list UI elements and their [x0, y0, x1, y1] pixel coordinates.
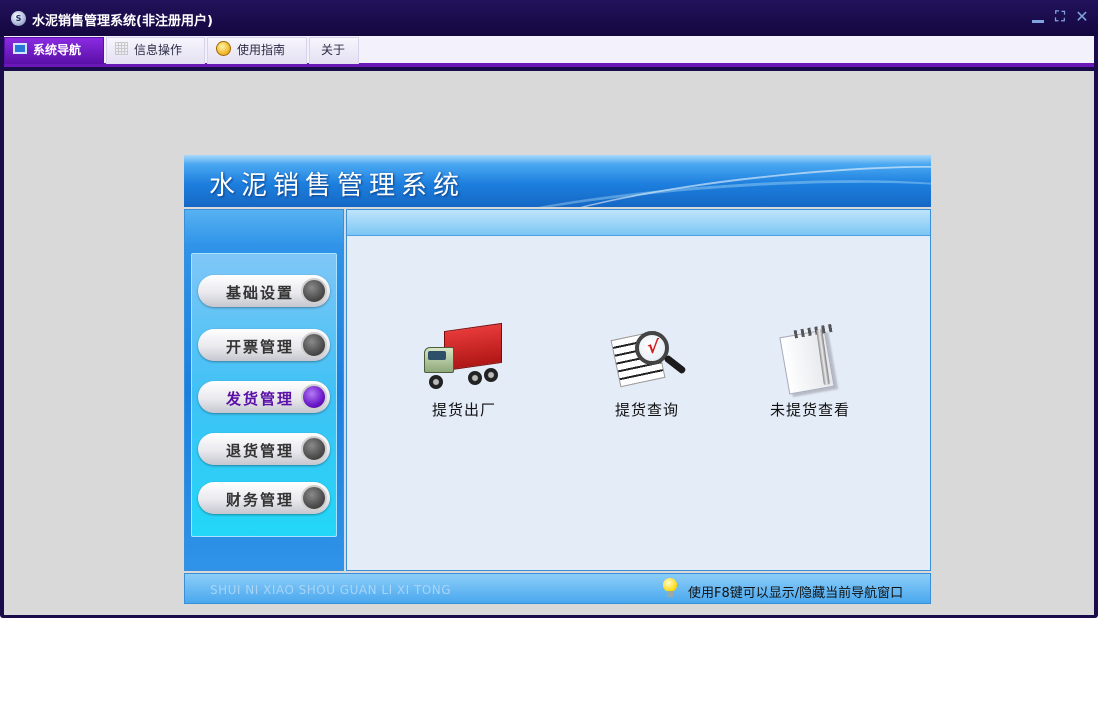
- function-panel-header: [347, 210, 930, 236]
- restore-button[interactable]: ⛶: [1052, 9, 1068, 25]
- function-panel: 提货出厂 提货查询 未提货查看: [346, 209, 931, 571]
- client-area: 水泥销售管理系统 基础设置 开票管理 发货管理 退货管理 财务管理 提货出厂 √…: [4, 71, 1094, 615]
- tab-bar: 系统导航 信息操作 使用指南 关于: [4, 36, 1094, 67]
- knob-icon: [301, 436, 327, 462]
- navigation-frame: 水泥销售管理系统 基础设置 开票管理 发货管理 退货管理 财务管理 提货出厂 √…: [184, 155, 931, 604]
- header-banner: 水泥销售管理系统: [184, 155, 931, 207]
- pickup-outbound-button[interactable]: 提货出厂: [404, 322, 524, 420]
- tab-about[interactable]: 关于: [309, 37, 359, 64]
- menu-box: 基础设置 开票管理 发货管理 退货管理 财务管理: [191, 253, 337, 537]
- tab-info-operation[interactable]: 信息操作: [106, 37, 205, 64]
- magnifier-icon: [607, 325, 687, 395]
- tab-system-navigation[interactable]: 系统导航: [4, 37, 104, 64]
- knob-icon: [301, 384, 327, 410]
- tab-label: 系统导航: [33, 43, 82, 57]
- menu-item-basic-settings[interactable]: 基础设置: [198, 275, 330, 307]
- unpicked-view-button[interactable]: 未提货查看: [750, 323, 870, 420]
- tab-label: 信息操作: [134, 43, 183, 57]
- function-label: 提货出厂: [431, 401, 496, 419]
- truck-icon: [424, 322, 504, 395]
- status-english-title: SHUI NI XIAO SHOU GUAN LI XI TONG: [210, 583, 452, 597]
- function-label: 提货查询: [614, 401, 679, 419]
- tab-user-guide[interactable]: 使用指南: [207, 37, 307, 64]
- monitor-icon: [13, 43, 27, 54]
- left-menu-panel: 基础设置 开票管理 发货管理 退货管理 财务管理: [184, 209, 344, 571]
- lightbulb-icon: [663, 578, 677, 597]
- app-logo-icon: S: [11, 11, 26, 26]
- minimize-button[interactable]: [1030, 9, 1046, 25]
- help-icon: [216, 41, 231, 56]
- pickup-query-button[interactable]: 提货查询: [587, 325, 707, 420]
- menu-label: 基础设置: [226, 284, 295, 302]
- function-label: 未提货查看: [769, 401, 850, 419]
- notepad-icon: [770, 323, 850, 395]
- close-button[interactable]: ✕: [1074, 9, 1090, 25]
- knob-icon: [301, 278, 327, 304]
- app-window: S 水泥销售管理系统(非注册用户) ⛶ ✕ 系统导航 信息操作 使用指南 关于 …: [0, 0, 1098, 618]
- tab-label: 使用指南: [237, 43, 286, 57]
- grid-icon: [115, 42, 128, 55]
- status-bar: SHUI NI XIAO SHOU GUAN LI XI TONG 使用F8键可…: [184, 573, 931, 604]
- window-title: 水泥销售管理系统(非注册用户): [32, 14, 213, 29]
- banner-title: 水泥销售管理系统: [209, 171, 466, 201]
- knob-icon: [301, 485, 327, 511]
- menu-label: 开票管理: [226, 338, 295, 356]
- menu-item-shipping-management[interactable]: 发货管理: [198, 381, 330, 413]
- tab-label: 关于: [321, 43, 346, 57]
- knob-icon: [301, 332, 327, 358]
- menu-item-invoice-management[interactable]: 开票管理: [198, 329, 330, 361]
- menu-label: 发货管理: [226, 390, 295, 408]
- menu-item-finance-management[interactable]: 财务管理: [198, 482, 330, 514]
- menu-item-return-management[interactable]: 退货管理: [198, 433, 330, 465]
- menu-label: 财务管理: [226, 491, 295, 509]
- menu-label: 退货管理: [226, 442, 295, 460]
- status-hint: 使用F8键可以显示/隐藏当前导航窗口: [688, 586, 904, 601]
- title-bar[interactable]: S 水泥销售管理系统(非注册用户) ⛶ ✕: [0, 0, 1098, 36]
